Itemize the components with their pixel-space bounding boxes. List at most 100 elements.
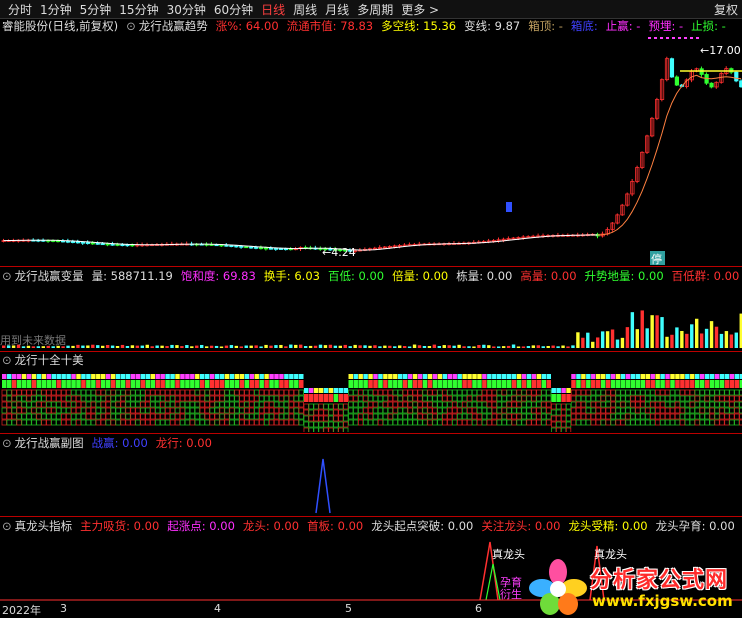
ten-grid-cell (679, 401, 686, 408)
limit-label: 停 (651, 252, 662, 266)
volume-bar (388, 345, 392, 348)
ten-cap (333, 388, 339, 393)
ten-cap (417, 374, 423, 379)
ten-grid-cell (234, 407, 240, 414)
ten-cell (279, 380, 284, 388)
ten-grid-cell (333, 409, 339, 416)
ten-cell (541, 380, 547, 388)
ten-grid-cell (11, 407, 17, 414)
adjust-button[interactable]: 复权 (714, 1, 738, 18)
ten-cell (427, 380, 433, 388)
ten-cell (150, 380, 155, 388)
ten-grid-cell (110, 407, 116, 414)
ten-grid-cell (699, 413, 705, 420)
ten-cell (234, 380, 240, 388)
ten-cell (417, 380, 423, 388)
ten-grid-cell (456, 395, 463, 402)
ten-grid-cell (372, 401, 379, 408)
ten-cell (249, 380, 254, 388)
ten-cell (625, 380, 631, 388)
volume-bar (145, 344, 149, 348)
ten-cell (398, 380, 403, 388)
ten-grid-cell (254, 401, 260, 408)
ten-cell (581, 380, 586, 388)
period-tab[interactable]: 分时 (8, 1, 32, 18)
stock-title[interactable]: 睿能股份(日线,前复权) (2, 18, 118, 34)
indicator-name[interactable]: 龙行战赢趋势 (139, 18, 208, 34)
ten-grid-cell (407, 401, 413, 408)
ten-grid-cell (536, 419, 542, 426)
ten-grid-cell (382, 407, 389, 414)
ten-grid-cell (417, 395, 423, 402)
ten-grid-cell (130, 389, 136, 396)
ten-grid-cell (135, 395, 141, 402)
ten-grid-cell (100, 419, 106, 426)
period-tab[interactable]: 60分钟 (214, 1, 253, 18)
period-tab[interactable]: 更多 > (401, 1, 439, 18)
ten-grid-cell (298, 389, 304, 396)
volume-bar (308, 345, 313, 348)
ten-grid-cell (164, 395, 171, 402)
period-tab[interactable]: 1分钟 (40, 1, 72, 18)
ten-grid-cell (684, 407, 690, 414)
period-tab[interactable]: 多周期 (357, 1, 393, 18)
period-tab[interactable]: 月线 (325, 1, 349, 18)
ten-grid-cell (21, 413, 27, 420)
ten-grid-cell (293, 407, 299, 414)
ten-grid-cell (273, 413, 280, 420)
ten-grid-cell (90, 401, 96, 408)
ten-grid-cell (105, 419, 111, 426)
volume-panel[interactable]: 用到未来数据 (0, 284, 742, 350)
period-tab[interactable]: 15分钟 (119, 1, 158, 18)
ten-cap (576, 374, 581, 379)
volume-bar (303, 346, 308, 348)
dropdown-icon[interactable]: ⊙ (2, 269, 12, 283)
ten-grid-cell (303, 409, 309, 416)
sub-indicator-name[interactable]: 龙行战赢副图 (15, 435, 84, 451)
dropdown-icon[interactable]: ⊙ (2, 436, 12, 450)
ten-cap (170, 374, 175, 379)
candle (110, 243, 115, 246)
ten-grid-cell (199, 419, 205, 426)
ten-grid-cell (159, 413, 166, 420)
ten-grid-cell (447, 407, 453, 414)
ten-grid-cell (41, 389, 47, 396)
ten-grid-cell (244, 389, 250, 396)
period-tab[interactable]: 周线 (293, 1, 317, 18)
ten-grid-cell (278, 395, 285, 402)
ten-grid-cell (273, 401, 280, 408)
ten-cell (96, 380, 101, 388)
ten-cell (229, 380, 235, 388)
ten-grid-cell (80, 389, 87, 396)
dragon-indicator-name[interactable]: 真龙头指标 (15, 518, 73, 534)
period-tab[interactable]: 5分钟 (80, 1, 112, 18)
dropdown-icon[interactable]: ⊙ (126, 19, 136, 33)
ten-grid-cell (65, 401, 72, 408)
volume-bar (353, 344, 357, 348)
ten-grid-cell (283, 401, 290, 408)
sub-panel[interactable] (0, 451, 742, 515)
ten-panel[interactable] (0, 368, 742, 432)
ten-grid-cell (585, 419, 591, 426)
ten-grid-cell (184, 419, 191, 426)
ten-grid-cell (6, 401, 12, 408)
ten-grid-cell (556, 427, 562, 432)
ten-grid-cell (699, 389, 705, 396)
volume-bar (219, 346, 224, 348)
ten-grid-cell (244, 407, 250, 414)
period-tab[interactable]: 30分钟 (167, 1, 206, 18)
ten-grid-cell (427, 413, 433, 420)
indicator-value: 关注龙头: 0.00 (481, 519, 561, 533)
period-tab[interactable]: 日线 (261, 1, 285, 18)
dropdown-icon[interactable]: ⊙ (2, 519, 12, 533)
volume-indicator-name[interactable]: 龙行战赢变量 (15, 268, 84, 284)
dropdown-icon[interactable]: ⊙ (2, 353, 12, 367)
ten-grid-cell (452, 419, 458, 426)
volume-bar (655, 315, 659, 348)
ten-indicator-name[interactable]: 龙行十全十美 (15, 352, 84, 368)
ten-grid-cell (140, 407, 146, 414)
ten-grid-cell (283, 395, 290, 402)
ten-cell (289, 380, 294, 388)
candlestick-chart[interactable]: ←17.00 ←4.24 停 (0, 34, 742, 266)
ten-grid-cell (714, 395, 720, 402)
